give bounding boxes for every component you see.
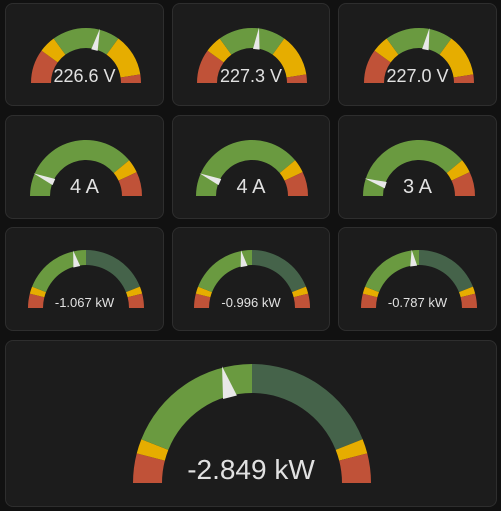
current-gauge-dial	[196, 139, 308, 196]
voltage-gauge-dial	[364, 27, 474, 83]
gauge-segment-green	[32, 250, 86, 293]
voltage-gauge-dial	[197, 27, 307, 83]
gauge-segment-green-dim	[252, 250, 306, 293]
voltage-gauge-card-3[interactable]: 227.0 V	[338, 3, 497, 106]
current-gauge-card-3[interactable]: 3 A	[338, 115, 497, 219]
current-gauge-card-2[interactable]: 4 A	[172, 115, 330, 219]
gauge-segment-green	[53, 28, 119, 55]
power-gauge-card-2[interactable]: -0.996 kW	[172, 227, 330, 331]
current-gauge-dial	[363, 140, 475, 196]
power-value: -0.996 kW	[221, 295, 281, 310]
total-power-value: -2.849 kW	[187, 454, 315, 485]
total-power-gauge-card[interactable]: -2.849 kW	[5, 340, 497, 507]
gauge-segment-green	[365, 250, 419, 293]
gauge-segment-green	[141, 364, 252, 450]
current-gauge-card-1[interactable]: 4 A	[5, 115, 164, 219]
power-gauge-card-1[interactable]: -1.067 kW	[5, 227, 164, 331]
power-gauge-dial	[28, 250, 144, 308]
current-value: 4 A	[70, 176, 99, 198]
voltage-gauge-card-1[interactable]: 226.6 V	[5, 3, 164, 106]
current-gauge-dial	[30, 140, 142, 196]
power-gauge-dial	[361, 249, 477, 308]
gauge-segment-green-dim	[252, 364, 363, 450]
gauge-segment-green-dim	[419, 250, 473, 293]
voltage-gauge-card-2[interactable]: 227.3 V	[172, 3, 330, 106]
current-value: 4 A	[236, 176, 266, 198]
voltage-value: 227.0 V	[386, 66, 449, 86]
power-value: -1.067 kW	[54, 295, 115, 310]
current-value: 3 A	[403, 176, 432, 198]
gauge-segment-green-dim	[86, 250, 140, 293]
gauge-segment-green	[386, 28, 452, 55]
gauge-segment-green	[198, 250, 252, 293]
voltage-value: 226.6 V	[53, 66, 116, 86]
power-value: -0.787 kW	[387, 295, 448, 310]
voltage-value: 227.3 V	[219, 66, 283, 86]
voltage-gauge-dial	[31, 28, 141, 83]
gauge-segment-green	[219, 28, 285, 55]
power-gauge-dial	[194, 250, 310, 308]
power-gauge-card-3[interactable]: -0.787 kW	[338, 227, 497, 331]
